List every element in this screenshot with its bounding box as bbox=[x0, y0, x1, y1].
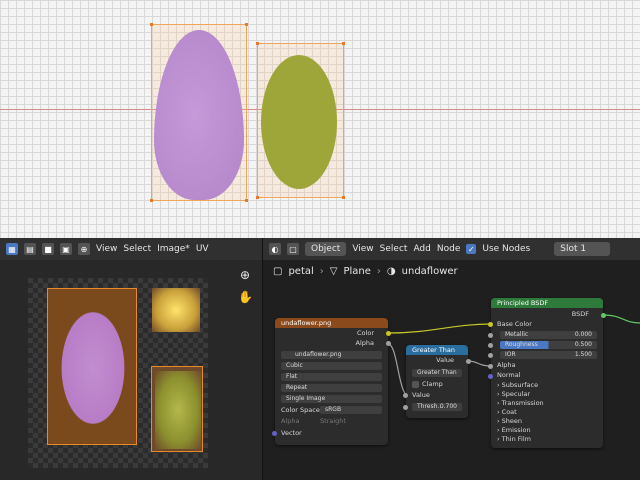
use-nodes-label: Use Nodes bbox=[482, 244, 531, 254]
normal-label: Normal bbox=[497, 371, 521, 379]
use-nodes-checkbox[interactable]: ✓ bbox=[466, 244, 477, 254]
ior-field[interactable]: IOR 1.500 bbox=[500, 351, 597, 359]
alpha-mode-value: Straight bbox=[320, 417, 346, 425]
principled-bsdf-node[interactable]: Principled BSDF BSDF Base Color Metallic… bbox=[488, 298, 606, 448]
in-value-socket[interactable] bbox=[403, 393, 408, 398]
object-icon: ▢ bbox=[287, 243, 299, 255]
color-space-label: Color Space bbox=[281, 406, 320, 414]
menu-view[interactable]: View bbox=[96, 244, 117, 254]
panel-sheen[interactable]: › Sheen bbox=[497, 417, 597, 426]
material-slot-dropdown[interactable]: Slot 1 bbox=[554, 242, 611, 256]
in-threshold-socket[interactable] bbox=[403, 405, 408, 410]
image-name: undaflower.png bbox=[295, 351, 342, 358]
in-base-color-socket[interactable] bbox=[488, 322, 493, 327]
out-value-socket[interactable] bbox=[466, 359, 471, 364]
menu-select[interactable]: Select bbox=[123, 244, 151, 254]
source-dropdown[interactable]: Single Image bbox=[281, 395, 382, 403]
breadcrumb-material[interactable]: undaflower bbox=[402, 266, 458, 277]
material-icon: ◑ bbox=[386, 266, 396, 277]
base-color-label: Base Color bbox=[497, 320, 532, 328]
metallic-value: 0.000 bbox=[574, 331, 592, 338]
menu-select[interactable]: Select bbox=[380, 244, 408, 254]
in-ior-socket[interactable] bbox=[488, 353, 493, 358]
image-editor[interactable]: ▦ ▤ ■ ▣ ⊕ View Select Image* UV ⊕ ✋ bbox=[0, 238, 262, 480]
out-bsdf-label: BSDF bbox=[571, 310, 589, 318]
editor-type-icon[interactable]: ◐ bbox=[269, 243, 281, 255]
color-space-dropdown[interactable]: sRGB bbox=[320, 406, 382, 414]
in-vector-label: Vector bbox=[281, 429, 302, 437]
mesh-icon: ▽ bbox=[329, 266, 338, 277]
object-icon: ▢ bbox=[273, 266, 283, 277]
image-node-title[interactable]: undaflower.png bbox=[275, 318, 388, 328]
panel-coat[interactable]: › Coat bbox=[497, 408, 597, 417]
roughness-value: 0.500 bbox=[574, 341, 592, 348]
zoom-icon[interactable]: ⊕ bbox=[238, 268, 252, 282]
out-bsdf-socket[interactable] bbox=[601, 313, 606, 318]
edge-select-icon[interactable]: ▤ bbox=[24, 243, 36, 255]
threshold-field[interactable]: Thresh... 0.700 bbox=[412, 403, 462, 411]
in-alpha-socket[interactable] bbox=[488, 364, 493, 369]
face-select-icon[interactable]: ■ bbox=[42, 243, 54, 255]
roughness-field[interactable]: Roughness 0.500 bbox=[500, 341, 597, 349]
vertex-select-icon[interactable]: ▦ bbox=[6, 243, 18, 255]
menu-image[interactable]: Image* bbox=[157, 244, 190, 254]
metallic-label: Metallic bbox=[505, 331, 529, 338]
in-metallic-socket[interactable] bbox=[488, 333, 493, 338]
chevron-right-icon: › bbox=[319, 266, 324, 277]
uv-island-purple-texture[interactable] bbox=[47, 288, 137, 445]
in-normal-socket[interactable] bbox=[488, 374, 493, 379]
extension-dropdown[interactable]: Repeat bbox=[281, 384, 382, 392]
roughness-label: Roughness bbox=[505, 341, 538, 348]
math-node-title[interactable]: Greater Than bbox=[406, 345, 468, 355]
in-value-label: Value bbox=[412, 391, 430, 399]
uv-sync-icon[interactable]: ⊕ bbox=[78, 243, 90, 255]
interpolation-dropdown[interactable]: Cubic bbox=[281, 362, 382, 370]
panel-subsurface[interactable]: › Subsurface bbox=[497, 381, 597, 390]
node-editor-header: ◐ ▢ Object View Select Add Node ✓ Use No… bbox=[263, 238, 640, 260]
breadcrumb: ▢ petal › ▽ Plane › ◑ undaflower bbox=[273, 266, 458, 277]
menu-uv[interactable]: UV bbox=[196, 244, 209, 254]
out-alpha-socket[interactable] bbox=[386, 341, 391, 346]
out-color-socket[interactable] bbox=[386, 331, 391, 336]
math-greater-than-node[interactable]: Greater Than Value Greater Than Clamp Va… bbox=[403, 345, 471, 418]
petal-green[interactable] bbox=[261, 55, 337, 189]
image-editor-header: ▦ ▤ ■ ▣ ⊕ View Select Image* UV bbox=[0, 238, 262, 260]
uv-viewport[interactable] bbox=[0, 0, 640, 238]
out-alpha-label: Alpha bbox=[355, 339, 374, 347]
shader-node-editor[interactable]: ◐ ▢ Object View Select Add Node ✓ Use No… bbox=[262, 238, 640, 480]
in-vector-socket[interactable] bbox=[272, 431, 277, 436]
projection-dropdown[interactable]: Flat bbox=[281, 373, 382, 381]
bsdf-node-title[interactable]: Principled BSDF bbox=[491, 298, 603, 308]
menu-add[interactable]: Add bbox=[413, 244, 430, 254]
menu-view[interactable]: View bbox=[352, 244, 373, 254]
threshold-value: 0.700 bbox=[439, 403, 457, 410]
chevron-right-icon: › bbox=[376, 266, 381, 277]
ior-label: IOR bbox=[505, 351, 516, 358]
alpha-mode-label: Alpha bbox=[281, 417, 300, 425]
panel-specular[interactable]: › Specular bbox=[497, 390, 597, 399]
uv-island-green-texture[interactable] bbox=[151, 366, 203, 452]
pan-hand-icon[interactable]: ✋ bbox=[238, 290, 253, 304]
menu-node[interactable]: Node bbox=[437, 244, 461, 254]
out-value-label: Value bbox=[436, 356, 454, 364]
image-texture-node[interactable]: undaflower.png Color Alpha undaflower.pn… bbox=[272, 318, 391, 445]
breadcrumb-mesh[interactable]: Plane bbox=[343, 266, 370, 277]
texture-yellow-center bbox=[152, 288, 200, 332]
out-color-label: Color bbox=[357, 329, 374, 337]
breadcrumb-object[interactable]: petal bbox=[288, 266, 313, 277]
operation-dropdown[interactable]: Greater Than bbox=[412, 369, 462, 377]
panel-emission[interactable]: › Emission bbox=[497, 426, 597, 435]
clamp-checkbox[interactable] bbox=[412, 381, 419, 388]
metallic-field[interactable]: Metallic 0.000 bbox=[500, 331, 597, 339]
in-roughness-socket[interactable] bbox=[488, 343, 493, 348]
ior-value: 1.500 bbox=[574, 351, 592, 358]
clamp-label: Clamp bbox=[422, 380, 443, 388]
panel-thin-film[interactable]: › Thin Film bbox=[497, 435, 597, 444]
island-select-icon[interactable]: ▣ bbox=[60, 243, 72, 255]
panel-transmission[interactable]: › Transmission bbox=[497, 399, 597, 408]
image-datablock-field[interactable]: undaflower.png bbox=[281, 351, 382, 359]
alpha-label: Alpha bbox=[497, 361, 516, 369]
shader-type-dropdown[interactable]: Object bbox=[305, 242, 347, 256]
